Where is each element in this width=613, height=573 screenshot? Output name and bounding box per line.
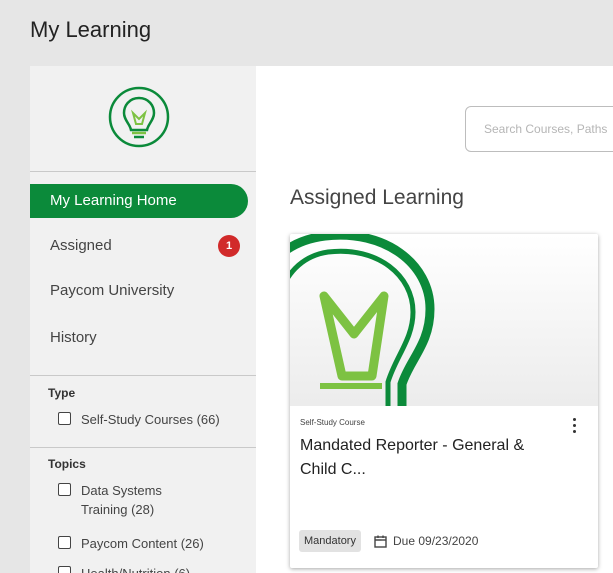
main-content: Assigned Learning Self-Study Course Mand… bbox=[256, 66, 613, 573]
checkbox-label: Health/Nutrition (6) bbox=[58, 564, 248, 573]
nav-paycom-university[interactable]: Paycom University bbox=[30, 274, 248, 308]
course-image bbox=[290, 234, 598, 406]
filter-paycom-content[interactable]: Paycom Content (26) bbox=[58, 534, 248, 553]
due-date: Due 09/23/2020 bbox=[374, 533, 478, 549]
nav-label: My Learning Home bbox=[50, 192, 177, 209]
nav-history[interactable]: History bbox=[30, 321, 248, 355]
nav-label: Assigned bbox=[50, 237, 112, 254]
course-type: Self-Study Course bbox=[300, 418, 365, 427]
lightbulb-logo-icon bbox=[107, 85, 171, 149]
divider bbox=[30, 171, 256, 172]
calendar-icon bbox=[374, 535, 387, 548]
sidebar: My Learning Home Assigned 1 Paycom Unive… bbox=[30, 66, 256, 573]
page-header: My Learning bbox=[0, 0, 613, 66]
more-options-icon[interactable] bbox=[572, 418, 578, 436]
nav-my-learning-home[interactable]: My Learning Home bbox=[30, 184, 248, 218]
page-title: My Learning bbox=[30, 17, 152, 42]
checkbox[interactable] bbox=[58, 566, 71, 573]
checkbox-label: Self-Study Courses (66) bbox=[81, 412, 220, 427]
divider bbox=[30, 447, 256, 448]
course-card[interactable]: Self-Study Course Mandated Reporter - Ge… bbox=[290, 234, 598, 568]
checkbox[interactable] bbox=[58, 483, 71, 496]
section-title: Assigned Learning bbox=[290, 186, 464, 209]
mandatory-tag: Mandatory bbox=[299, 530, 361, 552]
assigned-count-badge: 1 bbox=[218, 235, 240, 257]
checkbox[interactable] bbox=[58, 412, 71, 425]
checkbox-label: Data Systems Training (28) bbox=[81, 483, 162, 517]
filter-self-study-courses[interactable]: Self-Study Courses (66) bbox=[58, 410, 248, 429]
filter-heading-topics: Topics bbox=[48, 457, 86, 471]
filter-data-systems-training[interactable]: Data Systems Training (28) bbox=[58, 481, 208, 519]
nav-assigned[interactable]: Assigned 1 bbox=[30, 229, 248, 263]
nav-label: History bbox=[50, 329, 97, 346]
checkbox-label: Paycom Content (26) bbox=[81, 536, 204, 551]
due-date-text: Due 09/23/2020 bbox=[393, 534, 479, 548]
checkbox[interactable] bbox=[58, 536, 71, 549]
filter-heading-type: Type bbox=[48, 386, 76, 400]
divider bbox=[30, 375, 256, 376]
nav-label: Paycom University bbox=[50, 282, 175, 299]
lightbulb-image-icon bbox=[290, 234, 435, 406]
course-title[interactable]: Mandated Reporter - General & Child C... bbox=[300, 434, 565, 482]
search-input[interactable] bbox=[484, 122, 613, 136]
filter-health-nutrition[interactable]: Health/Nutrition (6) bbox=[58, 564, 248, 573]
search-box[interactable] bbox=[465, 106, 613, 152]
